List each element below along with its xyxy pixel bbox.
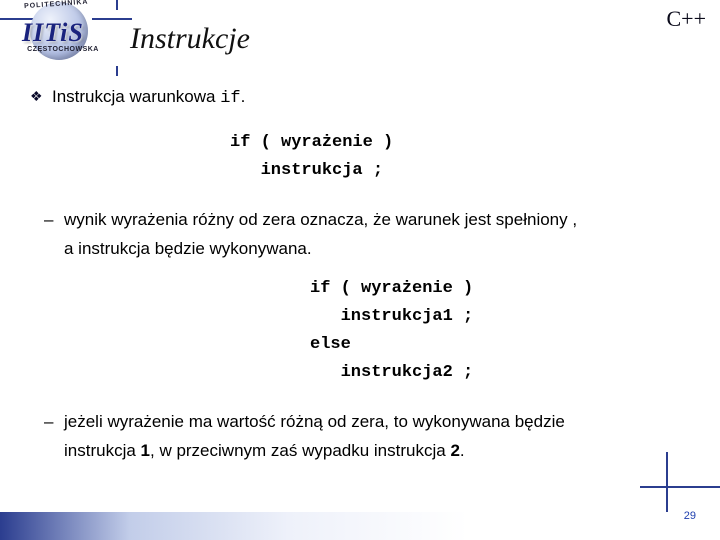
bullet-text-after: .: [241, 87, 246, 106]
explanation-line: wynik wyrażenia różny od zera oznacza, ż…: [30, 209, 690, 232]
slide-title: Instrukcje: [130, 22, 250, 56]
bullet-conditional-if: Instrukcja warunkowa if.: [30, 86, 690, 111]
text: instrukcja: [64, 441, 141, 460]
ref-1: 1: [141, 441, 150, 460]
university-logo: POLITECHNIKA IITiS CZĘSTOCHOWSKA: [8, 2, 118, 72]
cpp-badge: C++: [667, 6, 707, 32]
code-block-if: if ( wyrażenie ) instrukcja ;: [230, 129, 690, 185]
explanation-line: jeżeli wyrażenie ma wartość różną od zer…: [30, 411, 690, 434]
logo-arc-bottom: CZĘSTOCHOWSKA: [8, 46, 118, 53]
ref-2: 2: [450, 441, 459, 460]
code-line: instrukcja1 ;: [310, 307, 473, 326]
text: , w przeciwnym zaś wypadku instrukcja: [150, 441, 450, 460]
inline-code-if: if: [220, 89, 240, 108]
page-number: 29: [684, 510, 696, 522]
code-block-if-else: if ( wyrażenie ) instrukcja1 ; else inst…: [310, 275, 690, 387]
code-line: if ( wyrażenie ): [310, 279, 473, 298]
text: .: [460, 441, 465, 460]
footer-gradient: [0, 512, 720, 540]
logo-text: IITiS: [22, 18, 84, 48]
code-line: else: [310, 335, 351, 354]
code-line: instrukcja ;: [230, 161, 383, 180]
explanation-line: instrukcja 1, w przeciwnym zaś wypadku i…: [30, 440, 690, 463]
slide-body: Instrukcja warunkowa if. if ( wyrażenie …: [30, 86, 690, 469]
explanation-line: a instrukcja będzie wykonywana.: [30, 238, 690, 261]
bullet-text: Instrukcja warunkowa: [52, 87, 220, 106]
code-line: if ( wyrażenie ): [230, 133, 393, 152]
decor-line: [640, 486, 720, 488]
code-line: instrukcja2 ;: [310, 363, 473, 382]
